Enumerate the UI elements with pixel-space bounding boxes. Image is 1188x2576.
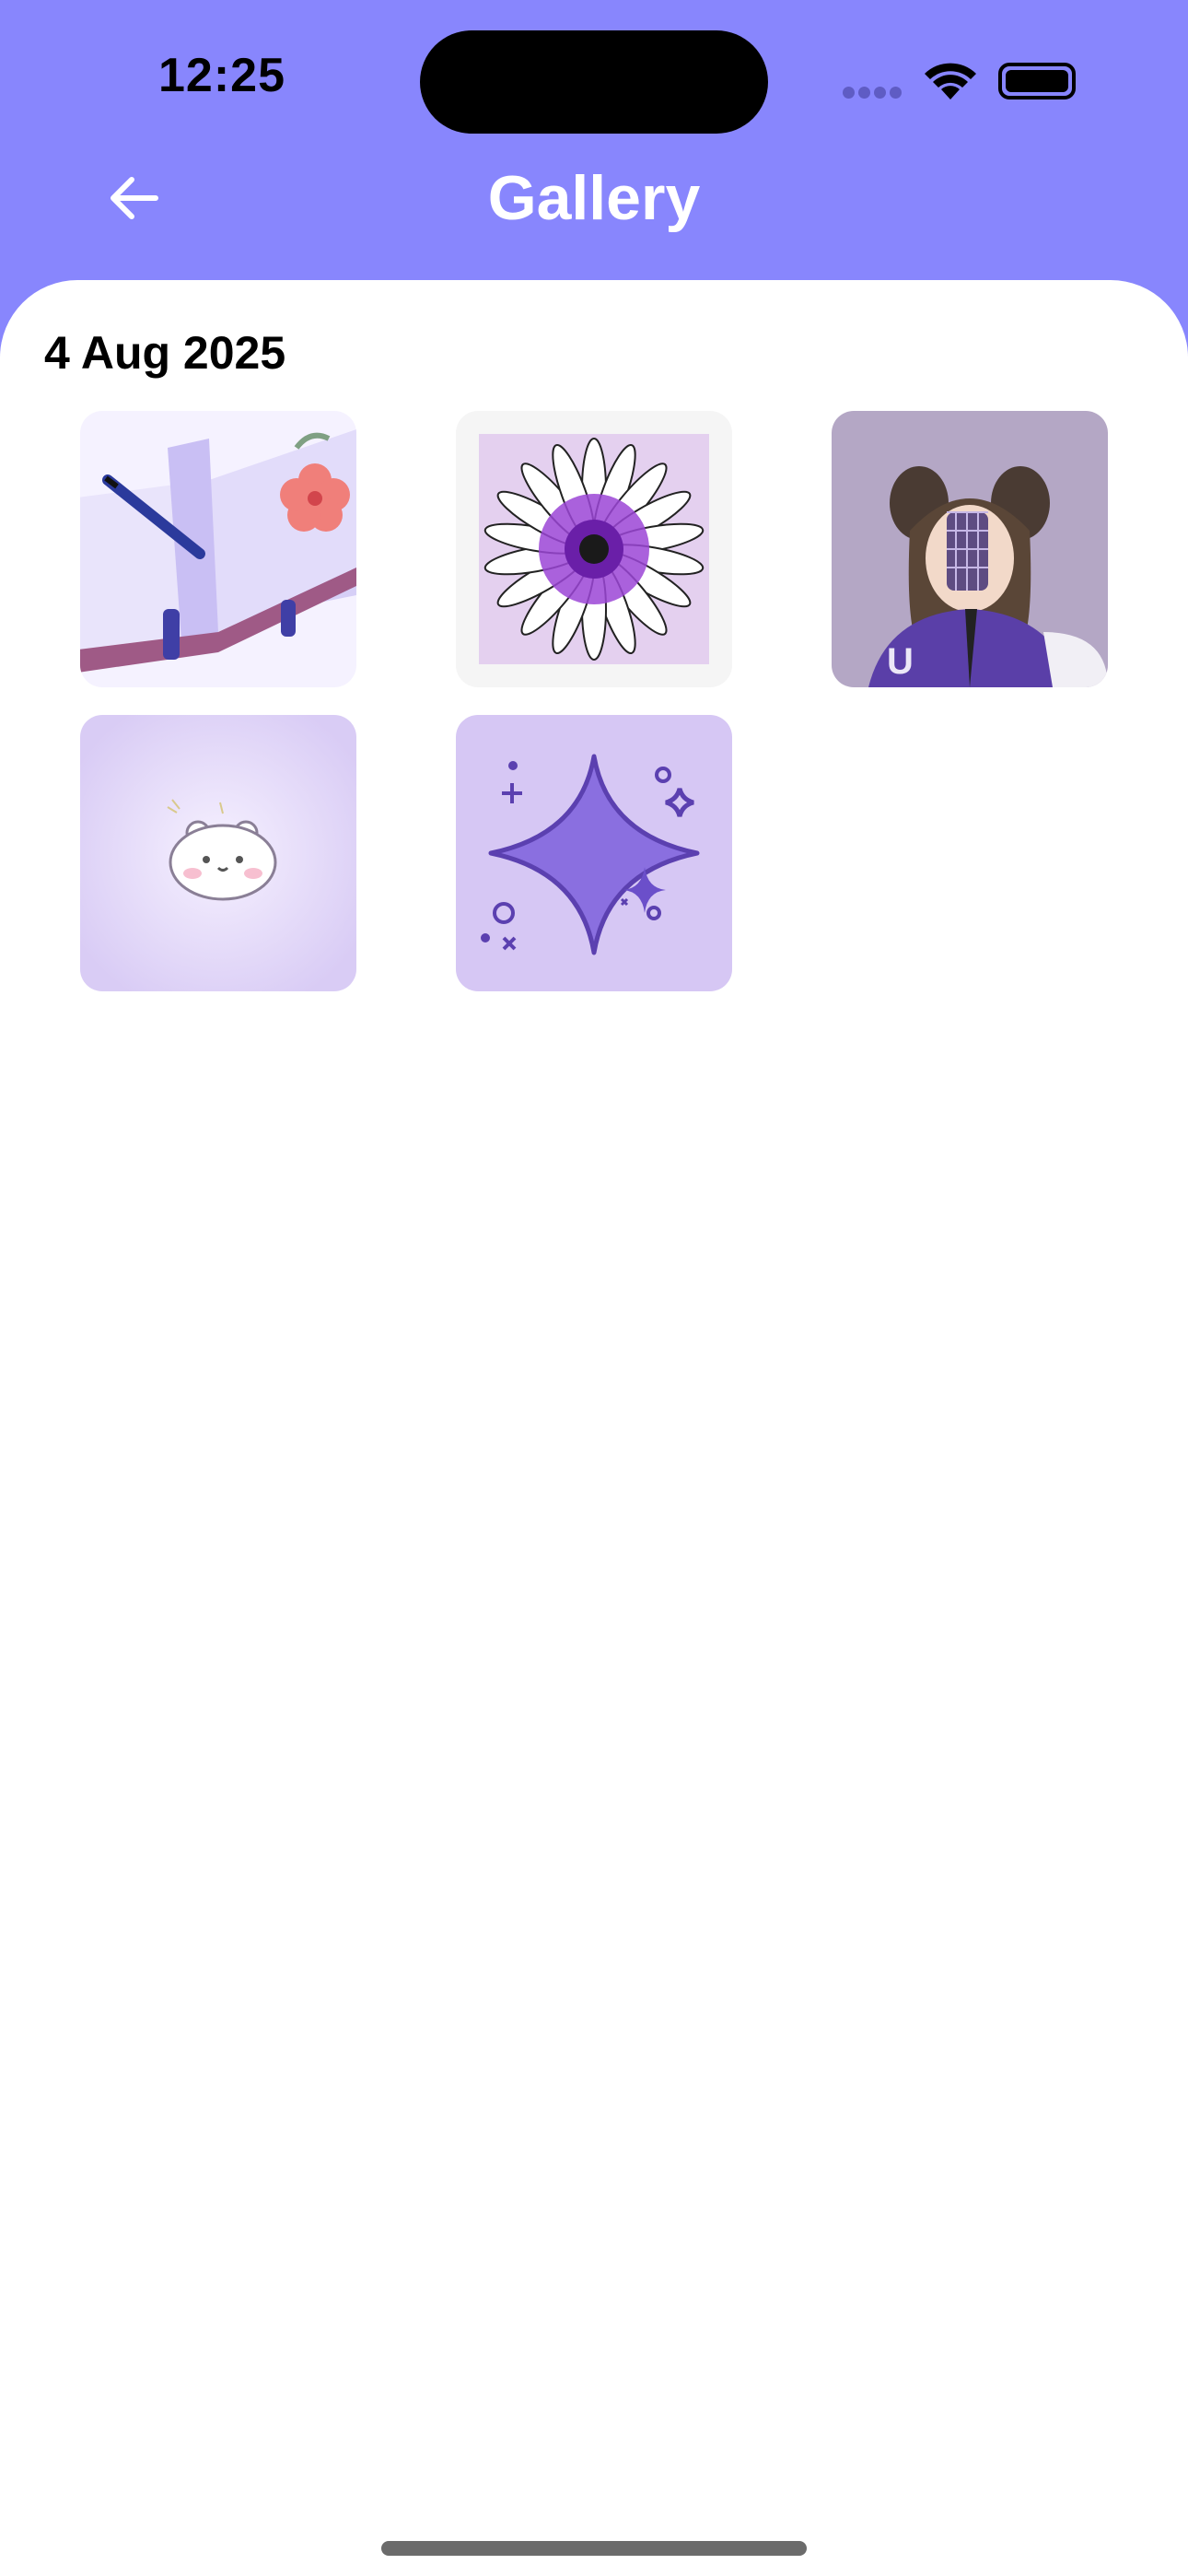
gallery-item-daisy[interactable] [456, 411, 732, 687]
wifi-icon [925, 63, 976, 100]
cute-bear-image [80, 715, 356, 991]
status-bar: 12:25 [0, 0, 1188, 157]
page-title: Gallery [487, 163, 701, 233]
gallery-item-girl[interactable]: U [832, 411, 1108, 687]
gallery-item-sparkle[interactable] [456, 715, 732, 991]
home-indicator[interactable] [381, 2541, 807, 2556]
gallery-date-header: 4 Aug 2025 [44, 327, 286, 379]
signal-dots-icon [843, 87, 905, 103]
purple-sparkle-image [456, 715, 732, 991]
dynamic-island [420, 30, 768, 134]
svg-text:U: U [887, 641, 914, 682]
open-notebook-flower-image [80, 411, 356, 687]
gallery-item-notebook[interactable] [80, 411, 356, 687]
battery-tip [998, 63, 1076, 100]
purple-daisy-image [456, 411, 732, 687]
gallery-item-bear[interactable] [80, 715, 356, 991]
status-time: 12:25 [158, 49, 285, 102]
girl-selfie-image: U [832, 411, 1108, 687]
